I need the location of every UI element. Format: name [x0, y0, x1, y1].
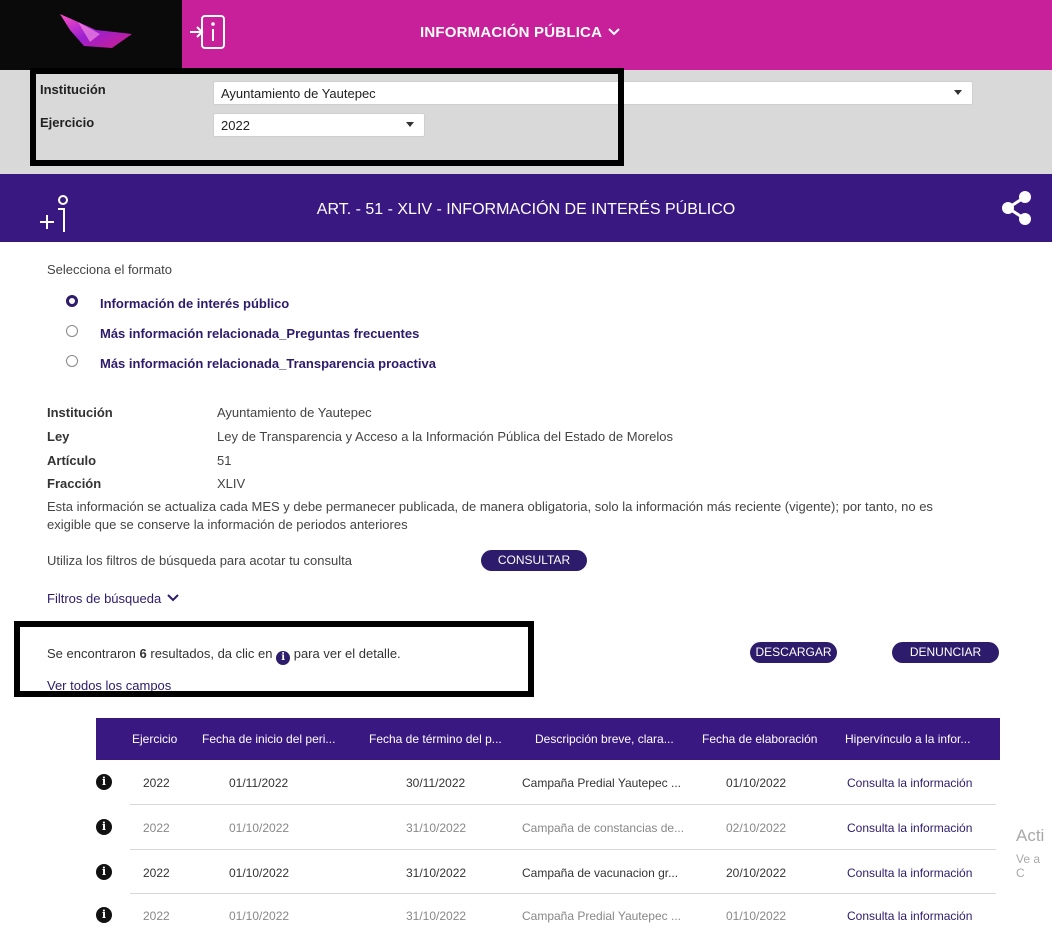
cell-descripcion: Campaña de vacunacion gr...	[522, 866, 679, 880]
consulta-hint: Utiliza los filtros de búsqueda para aco…	[47, 553, 352, 568]
detail-articulo-key: Artículo	[47, 453, 97, 468]
cell-inicio: 01/10/2022	[229, 866, 290, 880]
col-fecha-termino[interactable]: Fecha de término del p...	[369, 718, 502, 760]
filtros-busqueda-label: Filtros de búsqueda	[47, 591, 162, 606]
radio-label-3[interactable]: Más información relacionada_Transparenci…	[100, 356, 436, 371]
detail-fraccion-key: Fracción	[47, 476, 102, 491]
table-row: i 2022 01/10/2022 31/10/2022 Campaña Pre…	[96, 893, 996, 936]
table-header: Ejercicio Fecha de inicio del peri... Fe…	[96, 718, 1000, 760]
cell-ejercicio: 2022	[143, 821, 170, 835]
col-hipervinculo[interactable]: Hipervínculo a la infor...	[845, 718, 970, 760]
table-row: i 2022 01/10/2022 31/10/2022 Campaña de …	[96, 805, 996, 851]
detail-ley-value: Ley de Transparencia y Acceso a la Infor…	[217, 429, 673, 444]
cell-elaboracion: 02/10/2022	[726, 821, 787, 835]
chevron-down-icon	[167, 590, 179, 605]
cell-descripcion: Campaña Predial Yautepec ...	[522, 909, 681, 923]
detail-fraccion-value: XLIV	[217, 476, 246, 491]
info-icon[interactable]: i	[96, 774, 112, 790]
detail-institucion-key: Institución	[47, 405, 113, 420]
radio-unselected-icon[interactable]	[66, 325, 78, 337]
login-info-icon[interactable]	[188, 14, 230, 50]
cell-descripcion: Campaña de constancias de...	[522, 821, 685, 835]
table-row: i 2022 01/11/2022 30/11/2022 Campaña Pre…	[96, 760, 996, 806]
table-row: i 2022 01/10/2022 31/10/2022 Campaña de …	[96, 850, 996, 896]
redaction-box	[30, 68, 624, 166]
radio-unselected-icon[interactable]	[66, 355, 78, 367]
update-note: Esta información se actualiza cada MES y…	[47, 499, 933, 532]
consulta-link[interactable]: Consulta la información	[847, 893, 972, 939]
info-publica-menu[interactable]: INFORMACIÓN PÚBLICA	[420, 24, 620, 41]
cell-elaboracion: 01/10/2022	[726, 909, 787, 923]
detail-ley-key: Ley	[47, 429, 70, 444]
activation-watermark-text: Ve a C	[1016, 852, 1041, 880]
cell-elaboracion: 01/10/2022	[726, 776, 787, 790]
radio-selected-icon[interactable]	[66, 295, 78, 307]
consultar-button[interactable]: CONSULTAR	[481, 550, 587, 571]
cell-termino: 31/10/2022	[406, 909, 467, 923]
cell-inicio: 01/11/2022	[229, 776, 289, 790]
consulta-link[interactable]: Consulta la información	[847, 805, 972, 851]
activation-watermark-title: Acti	[1016, 826, 1045, 845]
redaction-box	[14, 621, 534, 697]
cell-inicio: 01/10/2022	[229, 821, 290, 835]
cell-ejercicio: 2022	[143, 866, 170, 880]
radio-option-1[interactable]	[66, 295, 78, 307]
denunciar-button[interactable]: DENUNCIAR	[892, 642, 999, 663]
radio-option-3[interactable]	[66, 355, 78, 367]
chevron-down-icon	[608, 25, 620, 39]
descargar-button[interactable]: DESCARGAR	[750, 642, 837, 663]
cell-ejercicio: 2022	[143, 776, 170, 790]
col-descripcion[interactable]: Descripción breve, clara...	[535, 718, 674, 760]
cell-termino: 31/10/2022	[406, 866, 467, 880]
cell-termino: 30/11/2022	[406, 776, 466, 790]
cell-ejercicio: 2022	[143, 909, 170, 923]
cell-termino: 31/10/2022	[406, 821, 467, 835]
radio-label-2[interactable]: Más información relacionada_Preguntas fr…	[100, 326, 419, 341]
radio-label-1[interactable]: Información de interés público	[100, 296, 289, 311]
share-icon[interactable]	[1000, 190, 1034, 226]
col-fecha-elaboracion[interactable]: Fecha de elaboración	[702, 718, 817, 760]
detail-articulo-value: 51	[217, 453, 232, 468]
detail-institucion-value: Ayuntamiento de Yautepec	[217, 405, 372, 420]
col-ejercicio[interactable]: Ejercicio	[132, 718, 177, 760]
radio-option-2[interactable]	[66, 325, 78, 337]
cell-elaboracion: 20/10/2022	[726, 866, 787, 880]
caret-down-icon	[954, 90, 962, 95]
consulta-link[interactable]: Consulta la información	[847, 760, 972, 806]
formato-prompt: Selecciona el formato	[47, 262, 173, 277]
consulta-link[interactable]: Consulta la información	[847, 850, 972, 896]
cell-inicio: 01/10/2022	[229, 909, 290, 923]
brand-logo[interactable]	[0, 0, 182, 70]
filtros-busqueda-toggle[interactable]: Filtros de búsqueda	[47, 590, 179, 606]
col-fecha-inicio[interactable]: Fecha de inicio del peri...	[202, 718, 335, 760]
info-icon[interactable]: i	[96, 864, 112, 880]
info-icon[interactable]: i	[96, 907, 112, 923]
info-icon[interactable]: i	[96, 819, 112, 835]
menu-title: INFORMACIÓN PÚBLICA	[420, 24, 603, 41]
cell-descripcion: Campaña Predial Yautepec ...	[522, 776, 681, 790]
section-title: ART. - 51 - XLIV - INFORMACIÓN DE INTERÉ…	[316, 201, 736, 218]
